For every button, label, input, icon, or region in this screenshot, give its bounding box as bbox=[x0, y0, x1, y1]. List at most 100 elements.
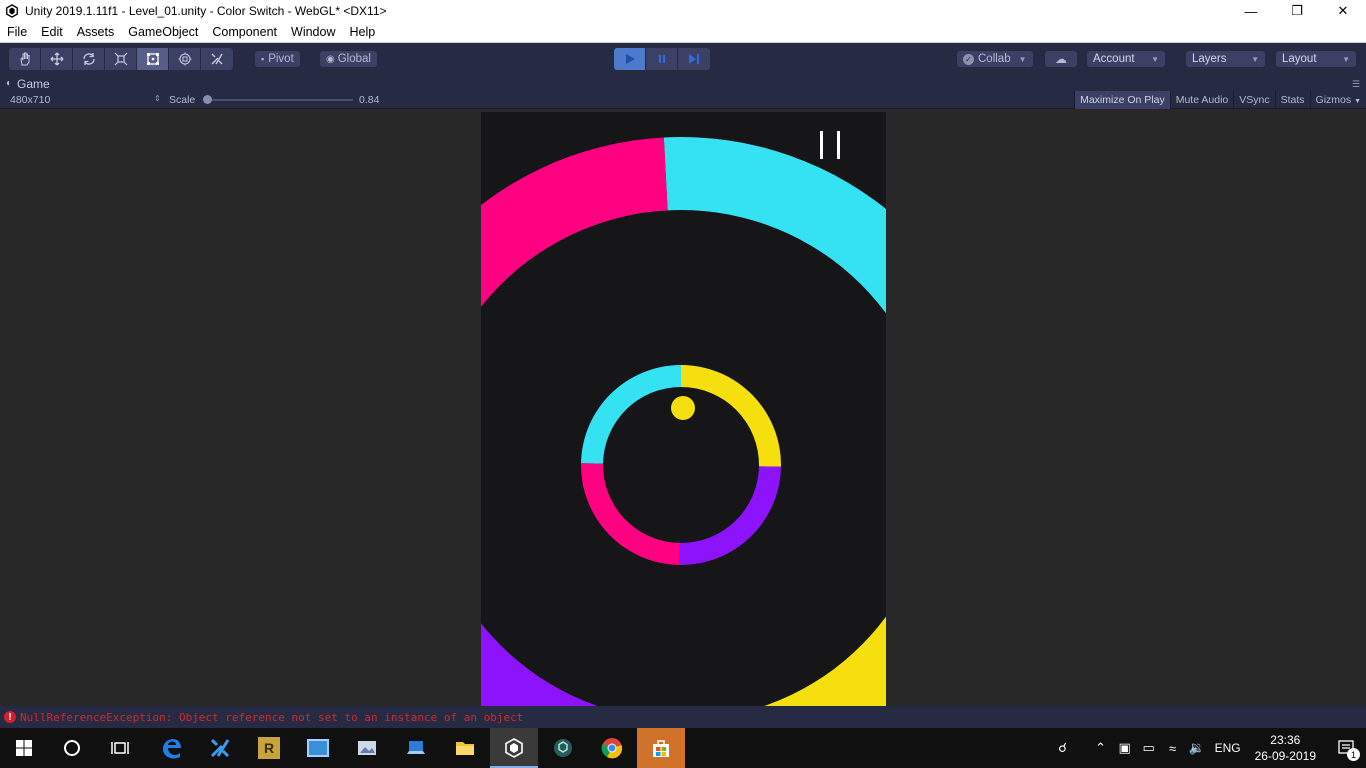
network-icon[interactable]: ≈ bbox=[1161, 728, 1185, 768]
cortana-button[interactable] bbox=[48, 728, 96, 768]
console-error-message: NullReferenceException: Object reference… bbox=[20, 710, 524, 724]
stats-toggle[interactable]: Stats bbox=[1274, 91, 1310, 109]
system-tray: ☌ ⌃ ▣ ▭ ≈ 🔉 ENG 23:36 26-09-2019 1 bbox=[1051, 728, 1366, 768]
volume-icon[interactable]: 🔉 bbox=[1185, 728, 1209, 768]
resolution-chevron-icon: ⇕ bbox=[154, 94, 161, 103]
menu-bar: File Edit Assets GameObject Component Wi… bbox=[0, 22, 1366, 43]
maximize-on-play-toggle[interactable]: Maximize On Play bbox=[1074, 91, 1170, 109]
close-icon: ✕ bbox=[1337, 3, 1349, 18]
show-hidden-icons-icon[interactable]: ⌃ bbox=[1089, 728, 1113, 768]
pause-button[interactable] bbox=[646, 48, 678, 70]
start-button[interactable] bbox=[0, 728, 48, 768]
outer-ring-magenta-segment bbox=[481, 137, 668, 307]
restore-icon: ❐ bbox=[1291, 3, 1303, 18]
scale-tool-button[interactable] bbox=[105, 48, 137, 70]
taskbar-unity-hub[interactable] bbox=[539, 728, 587, 768]
tab-menu-icon[interactable]: ☰ bbox=[1352, 79, 1360, 90]
taskbar-file-explorer[interactable] bbox=[441, 728, 489, 768]
rider-icon: R bbox=[258, 737, 280, 759]
window-title-bar: Unity 2019.1.11f1 - Level_01.unity - Col… bbox=[0, 0, 1366, 22]
people-icon[interactable]: ☌ bbox=[1051, 728, 1075, 768]
game-canvas[interactable] bbox=[481, 112, 886, 706]
windows-taskbar: R ☌ ⌃ ▣ ▭ ≈ 🔉 ENG 23:36 26-09-2019 1 bbox=[0, 728, 1366, 768]
move-tool-button[interactable] bbox=[41, 48, 73, 70]
game-view-toolbar: 480x710 ⇕ Scale 0.84 Maximize On Play Mu… bbox=[0, 91, 1366, 109]
main-toolbar: ▪ Pivot ◉ Global ✓ Collab ▼ ☁ Account ▼ … bbox=[0, 43, 1366, 75]
layout-dropdown[interactable]: Layout ▼ bbox=[1276, 51, 1356, 67]
menu-window[interactable]: Window bbox=[284, 25, 342, 39]
transform-tool-button[interactable] bbox=[169, 48, 201, 70]
app-icon bbox=[307, 739, 329, 757]
menu-edit[interactable]: Edit bbox=[34, 25, 70, 39]
play-button[interactable] bbox=[614, 48, 646, 70]
close-button[interactable]: ✕ bbox=[1320, 0, 1366, 22]
rotate-tool-button[interactable] bbox=[73, 48, 105, 70]
console-status-bar[interactable]: ! NullReferenceException: Object referen… bbox=[0, 706, 1366, 728]
taskbar-devices[interactable] bbox=[392, 728, 440, 768]
menu-component[interactable]: Component bbox=[205, 25, 284, 39]
minimize-button[interactable]: — bbox=[1228, 0, 1274, 22]
gizmos-label: Gizmos bbox=[1315, 94, 1352, 106]
taskbar-clock[interactable]: 23:36 26-09-2019 bbox=[1255, 732, 1316, 764]
cortana-icon bbox=[64, 740, 80, 756]
start-icon bbox=[16, 740, 32, 756]
menu-assets[interactable]: Assets bbox=[70, 25, 122, 39]
mute-audio-toggle[interactable]: Mute Audio bbox=[1169, 91, 1234, 109]
clock-time: 23:36 bbox=[1270, 733, 1301, 747]
vsync-toggle[interactable]: VSync bbox=[1233, 91, 1274, 109]
layers-dropdown[interactable]: Layers ▼ bbox=[1186, 51, 1265, 67]
battery-icon[interactable]: ▭ bbox=[1137, 728, 1161, 768]
tab-game[interactable]: ◐ Game bbox=[6, 76, 50, 91]
step-button[interactable] bbox=[678, 48, 710, 70]
scale-label: Scale bbox=[169, 94, 196, 106]
task-view-icon bbox=[111, 742, 129, 754]
taskbar-photos[interactable] bbox=[343, 728, 391, 768]
menu-file[interactable]: File bbox=[0, 25, 34, 39]
global-toggle[interactable]: ◉ Global bbox=[320, 51, 377, 67]
taskbar-app[interactable] bbox=[294, 728, 342, 768]
outer-ring-cyan-segment bbox=[663, 137, 886, 314]
gizmos-dropdown[interactable]: Gizmos ▼ bbox=[1309, 91, 1366, 109]
taskbar-unity[interactable] bbox=[490, 728, 538, 768]
game-tab-bar: ◐ Game ☰ bbox=[0, 75, 1366, 91]
taskbar-chrome[interactable] bbox=[588, 728, 636, 768]
rect-tool-button[interactable] bbox=[137, 48, 169, 70]
menu-help[interactable]: Help bbox=[342, 25, 382, 39]
hand-icon bbox=[19, 52, 29, 66]
taskbar-store[interactable] bbox=[637, 728, 685, 768]
check-icon: ✓ bbox=[963, 53, 974, 65]
unity-icon bbox=[505, 738, 523, 758]
custom-tool-button[interactable] bbox=[201, 48, 233, 70]
security-alert-icon[interactable]: ▣ bbox=[1113, 728, 1137, 768]
scale-slider-handle[interactable] bbox=[203, 95, 212, 104]
resolution-dropdown[interactable]: 480x710 bbox=[10, 94, 50, 106]
transform-tools bbox=[9, 48, 233, 70]
task-view-button[interactable] bbox=[96, 728, 144, 768]
layout-label: Layout bbox=[1282, 53, 1317, 65]
restore-button[interactable]: ❐ bbox=[1274, 0, 1320, 22]
taskbar-tools[interactable] bbox=[196, 728, 244, 768]
action-center-button[interactable]: 1 bbox=[1326, 728, 1366, 768]
taskbar-rider[interactable]: R bbox=[245, 728, 293, 768]
notification-count-badge: 1 bbox=[1347, 748, 1360, 761]
file-explorer-icon bbox=[456, 742, 474, 755]
language-indicator[interactable]: ENG bbox=[1215, 741, 1241, 755]
scale-value: 0.84 bbox=[359, 94, 380, 106]
photos-icon bbox=[358, 741, 376, 755]
hand-tool-button[interactable] bbox=[9, 48, 41, 70]
pivot-toggle[interactable]: ▪ Pivot bbox=[255, 51, 300, 67]
move-icon bbox=[50, 52, 63, 66]
cloud-button[interactable]: ☁ bbox=[1045, 51, 1077, 67]
menu-gameobject[interactable]: GameObject bbox=[121, 25, 205, 39]
transform-icon bbox=[178, 52, 191, 66]
collab-dropdown[interactable]: ✓ Collab ▼ bbox=[957, 51, 1033, 67]
game-viewport[interactable] bbox=[0, 109, 1366, 706]
scale-slider[interactable] bbox=[203, 95, 353, 104]
inner-ring-yellow-segment bbox=[681, 365, 781, 467]
taskbar-edge[interactable] bbox=[147, 728, 195, 768]
clock-date: 26-09-2019 bbox=[1254, 749, 1316, 763]
cloud-icon: ☁ bbox=[1055, 52, 1067, 66]
account-dropdown[interactable]: Account ▼ bbox=[1087, 51, 1165, 67]
pause-icon[interactable] bbox=[820, 131, 840, 159]
inner-ring-purple-segment bbox=[679, 466, 781, 565]
